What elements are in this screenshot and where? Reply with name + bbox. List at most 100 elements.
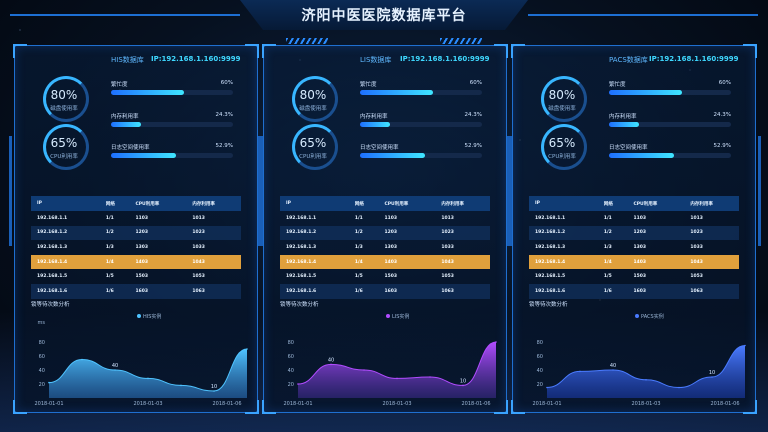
- table-row[interactable]: 192.168.1.3 1/3 1303 1033: [280, 240, 490, 255]
- corner-decoration: [262, 44, 276, 58]
- column-header[interactable]: 内存利用率: [186, 196, 241, 211]
- column-header[interactable]: CPU利用率: [378, 196, 436, 211]
- db-name: PACS数据库: [609, 56, 648, 64]
- y-tick-label: 40: [39, 368, 45, 374]
- area-series: [298, 342, 496, 398]
- table-row[interactable]: 192.168.1.5 1/5 1503 1053: [31, 269, 241, 284]
- column-header[interactable]: CPU利用率: [129, 196, 187, 211]
- column-header[interactable]: IP: [529, 196, 598, 211]
- column-header[interactable]: 网络: [99, 196, 130, 211]
- panel-his: HIS数据库 IP:192.168.1.160:9999 80% 磁盘使用率 65% CP…: [9, 44, 263, 414]
- table-row[interactable]: 192.168.1.2 1/2 1203 1023: [31, 225, 241, 241]
- y-tick-label: 80: [537, 340, 543, 346]
- data-point: [678, 386, 680, 389]
- legend-marker: [386, 314, 390, 318]
- table-cell: 1/4: [348, 254, 379, 270]
- legend-label[interactable]: HIS实例: [143, 313, 161, 320]
- db-ip: IP:192.168.1.160:9999: [151, 55, 241, 63]
- table-cell: 1053: [441, 274, 454, 280]
- table-row[interactable]: 192.168.1.4 1/4 1403 1043: [31, 254, 241, 270]
- table-row[interactable]: 192.168.1.4 1/4 1403 1043: [529, 254, 739, 270]
- table-row[interactable]: 192.168.1.5 1/5 1503 1053: [280, 269, 490, 284]
- panel-lis: LIS数据库 IP:192.168.1.160:9999 80% 磁盘使用率 65% CP…: [258, 44, 512, 414]
- metric-percent: 24.3%: [713, 112, 731, 118]
- table-cell: 1023: [186, 225, 241, 241]
- table-row[interactable]: 192.168.1.3 1/3 1303 1033: [31, 240, 241, 255]
- node-table: IP 网络 CPU利用率 内存利用率 192.168.1.1 1/1 1103 1013 192…: [529, 196, 739, 299]
- column-header[interactable]: IP: [31, 196, 100, 211]
- gauge-value: 80%: [299, 88, 327, 102]
- data-label: 40: [328, 357, 334, 363]
- table-cell: 1/5: [354, 274, 363, 280]
- table-cell: 1/1: [354, 215, 363, 221]
- node-table: IP 网络 CPU利用率 内存利用率 192.168.1.1 1/1 1103 1013 192…: [31, 196, 241, 299]
- table-cell: 1303: [384, 244, 397, 250]
- table-row[interactable]: 192.168.1.6 1/6 1603 1063: [280, 283, 490, 299]
- side-bar: [758, 136, 761, 246]
- table-cell: 1043: [435, 254, 490, 270]
- table-cell: 192.168.1.2: [529, 225, 598, 241]
- table-cell: 192.168.1.6: [280, 283, 349, 299]
- table-row[interactable]: 192.168.1.5 1/5 1503 1053: [529, 269, 739, 284]
- metric-bar: [609, 90, 731, 95]
- header-stripe-right: [440, 38, 482, 44]
- data-point: [744, 344, 746, 347]
- chart-title: 锁等待次数分析: [280, 302, 319, 308]
- table-cell: 1033: [690, 244, 703, 250]
- table-row[interactable]: 192.168.1.1 1/1 1103 1013: [280, 211, 490, 226]
- table-cell: 1/6: [348, 283, 379, 299]
- table-cell: 1503: [384, 274, 397, 280]
- table-row[interactable]: 192.168.1.6 1/6 1603 1063: [529, 283, 739, 299]
- data-point: [579, 370, 581, 373]
- table-cell: 1/2: [99, 225, 130, 241]
- legend-label[interactable]: PACS实例: [641, 313, 664, 320]
- y-tick-label: 80: [288, 340, 294, 346]
- metric-bar-fill: [360, 122, 390, 127]
- data-point: [546, 386, 548, 389]
- y-tick-label: 60: [39, 354, 45, 360]
- table-cell: 192.168.1.3: [37, 244, 68, 250]
- column-header[interactable]: 内存利用率: [435, 196, 490, 211]
- y-tick-label: 20: [39, 382, 45, 388]
- table-row[interactable]: 192.168.1.2 1/2 1203 1023: [280, 225, 490, 241]
- lock-wait-chart: 20 40 60 80 ms 40 10 2018-01-01 2018-01-03 2018-0…: [34, 313, 248, 407]
- table-cell: 1033: [441, 244, 454, 250]
- data-label: 40: [112, 363, 118, 369]
- column-header[interactable]: CPU利用率: [627, 196, 685, 211]
- table-cell: 192.168.1.3: [286, 244, 317, 250]
- gauge-label: CPU利用率: [50, 154, 78, 160]
- table-cell: 1033: [192, 244, 205, 250]
- table-cell: 1053: [192, 274, 205, 280]
- column-header[interactable]: 网络: [348, 196, 379, 211]
- gauge-label: CPU利用率: [548, 154, 576, 160]
- legend-marker: [635, 314, 639, 318]
- table-header-row: IP 网络 CPU利用率 内存利用率: [280, 196, 490, 211]
- column-header[interactable]: 网络: [597, 196, 628, 211]
- corner-decoration: [511, 44, 525, 58]
- table-row[interactable]: 192.168.1.3 1/3 1303 1033: [529, 240, 739, 255]
- table-cell: 1403: [627, 254, 685, 270]
- metric-percent: 60%: [718, 80, 731, 86]
- table-row[interactable]: 192.168.1.1 1/1 1103 1013: [529, 211, 739, 226]
- table-cell: 1013: [690, 215, 703, 221]
- table-cell: 1053: [690, 274, 703, 280]
- metric-percent: 52.9%: [215, 143, 233, 149]
- table-cell: 1043: [186, 254, 241, 270]
- table-row[interactable]: 192.168.1.6 1/6 1603 1063: [31, 283, 241, 299]
- gauge-label: 磁盘使用率: [299, 106, 327, 112]
- y-tick-label: 60: [537, 354, 543, 360]
- y-tick-label: 40: [537, 368, 543, 374]
- metric-label: 繁忙度: [111, 82, 128, 88]
- data-point: [645, 379, 647, 381]
- metric-label: 内存利用率: [360, 114, 388, 120]
- column-header[interactable]: IP: [280, 196, 349, 211]
- table-row[interactable]: 192.168.1.1 1/1 1103 1013: [31, 211, 241, 226]
- table-row[interactable]: 192.168.1.2 1/2 1203 1023: [529, 225, 739, 241]
- column-header[interactable]: 内存利用率: [684, 196, 739, 211]
- header: 济阳中医医院数据库平台: [0, 0, 768, 36]
- legend-label[interactable]: LIS实例: [392, 313, 409, 320]
- chart-title: 锁等待次数分析: [31, 302, 70, 308]
- db-name: HIS数据库: [111, 56, 144, 64]
- table-row[interactable]: 192.168.1.4 1/4 1403 1043: [280, 254, 490, 270]
- metric-label: 日志空间使用率: [111, 145, 150, 151]
